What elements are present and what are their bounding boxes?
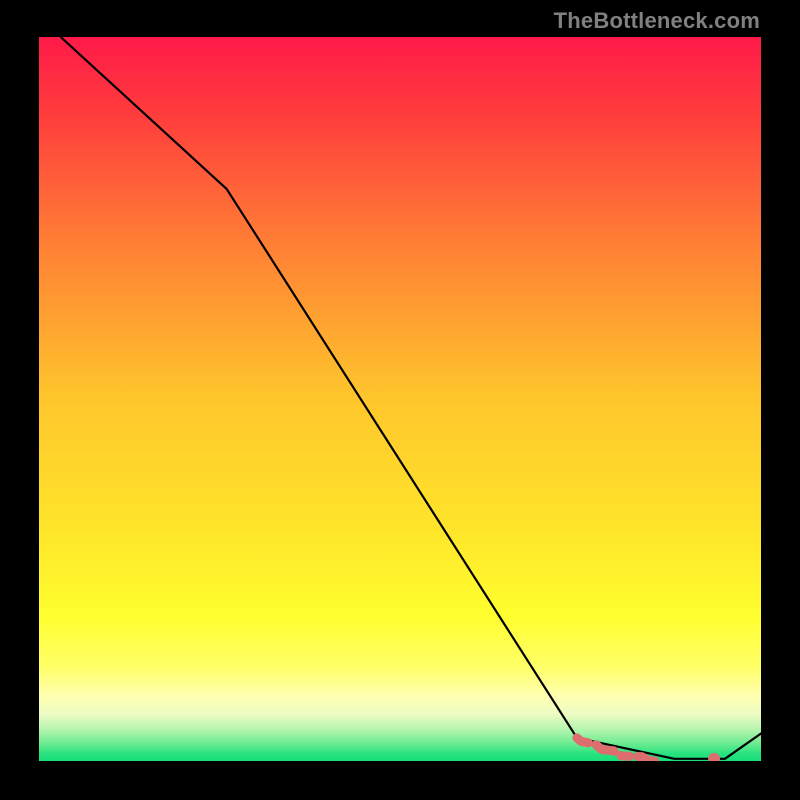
chart-frame: TheBottleneck.com (0, 0, 800, 800)
chart-plot (39, 37, 761, 761)
gradient-background (39, 37, 761, 761)
watermark-text: TheBottleneck.com (554, 8, 760, 34)
